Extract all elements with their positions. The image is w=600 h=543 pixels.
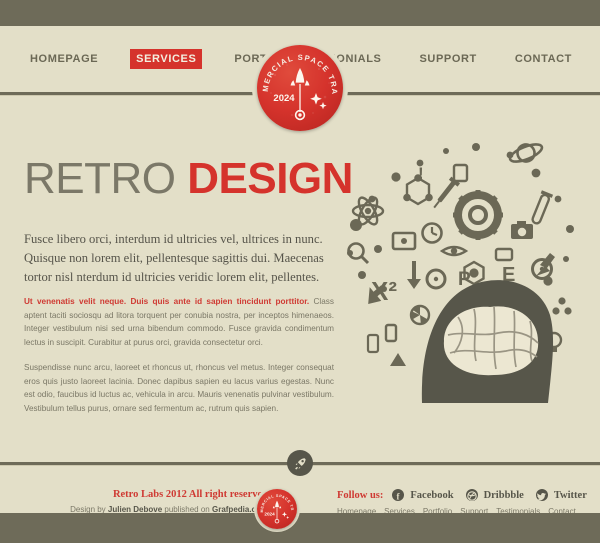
- svg-text:2024: 2024: [264, 512, 275, 517]
- facebook-icon[interactable]: f: [392, 489, 405, 501]
- page-root: HOMEPAGE SERVICES PORTFOLIO TESTIMONIALS…: [0, 0, 600, 543]
- body-paragraph-2: Suspendisse nunc arcu, laoreet et rhoncu…: [24, 363, 334, 413]
- twitter-icon[interactable]: [535, 489, 548, 501]
- twitter-label[interactable]: Twitter: [554, 490, 587, 501]
- headline-light: RETRO: [24, 154, 176, 203]
- site-logo-badge[interactable]: COMMERCIAL SPACE TRAVEL 2024: [252, 40, 348, 136]
- badge-artwork: COMMERCIAL SPACE TRAVEL 2024: [257, 45, 338, 121]
- facebook-label[interactable]: Facebook: [410, 490, 453, 501]
- dribbble-label[interactable]: Dribbble: [484, 490, 524, 501]
- footer-badge-disc: COMMERCIAL SPACE TRAVEL 2024: [257, 489, 297, 529]
- badge-year: 2024: [273, 93, 295, 104]
- rocket-divider-badge: [287, 450, 313, 476]
- follow-us-label: Follow us:: [337, 489, 384, 501]
- paragraph-lead-in: Ut venenatis velit neque. Duis quis ante…: [24, 297, 310, 306]
- copyright-text: Retro Labs 2012 All right reserved: [112, 489, 268, 500]
- footer-logo-badge[interactable]: COMMERCIAL SPACE TRAVEL 2024: [254, 486, 300, 532]
- brain-illustration: X² E P !: [326, 103, 594, 403]
- nav-item-services[interactable]: SERVICES: [130, 49, 203, 69]
- brain-head-artwork: X² E P !: [347, 143, 574, 403]
- nav-item-contact[interactable]: CONTACT: [509, 49, 578, 69]
- social-row: Follow us: f Facebook Dribbble Twitter: [337, 489, 593, 501]
- dribbble-icon[interactable]: [465, 489, 478, 501]
- copyright-block: Retro Labs 2012 All right reserved Desig…: [0, 489, 268, 514]
- body-paragraph-1: Ut venenatis velit neque. Duis quis ante…: [24, 295, 334, 349]
- social-block: Follow us: f Facebook Dribbble Twitter H…: [337, 489, 593, 516]
- hero-section: RETRO DESIGN Fusce libero orci, interdum…: [0, 95, 600, 425]
- rocket-icon: [294, 457, 306, 469]
- nav-item-homepage[interactable]: HOMEPAGE: [24, 49, 104, 69]
- svg-text:!: !: [418, 164, 424, 183]
- sparkle-icon: [310, 93, 327, 110]
- nav-item-support[interactable]: SUPPORT: [413, 49, 482, 69]
- top-band: [0, 0, 600, 26]
- page-sheet: HOMEPAGE SERVICES PORTFOLIO TESTIMONIALS…: [0, 26, 600, 532]
- hero-body: Ut venenatis velit neque. Duis quis ante…: [24, 295, 334, 427]
- brain-shape: [443, 306, 539, 376]
- page-title: RETRO DESIGN: [24, 157, 353, 201]
- footer-badge-artwork: COMMERCIAL SPACE TRAVEL 2024: [257, 489, 293, 524]
- svg-text:f: f: [397, 491, 401, 501]
- bottom-band: [0, 513, 600, 543]
- shuttle-icon: [290, 68, 310, 86]
- hero-lead-paragraph: Fusce libero orci, interdum id ultricies…: [24, 232, 324, 284]
- badge-disc: COMMERCIAL SPACE TRAVEL 2024: [257, 45, 343, 131]
